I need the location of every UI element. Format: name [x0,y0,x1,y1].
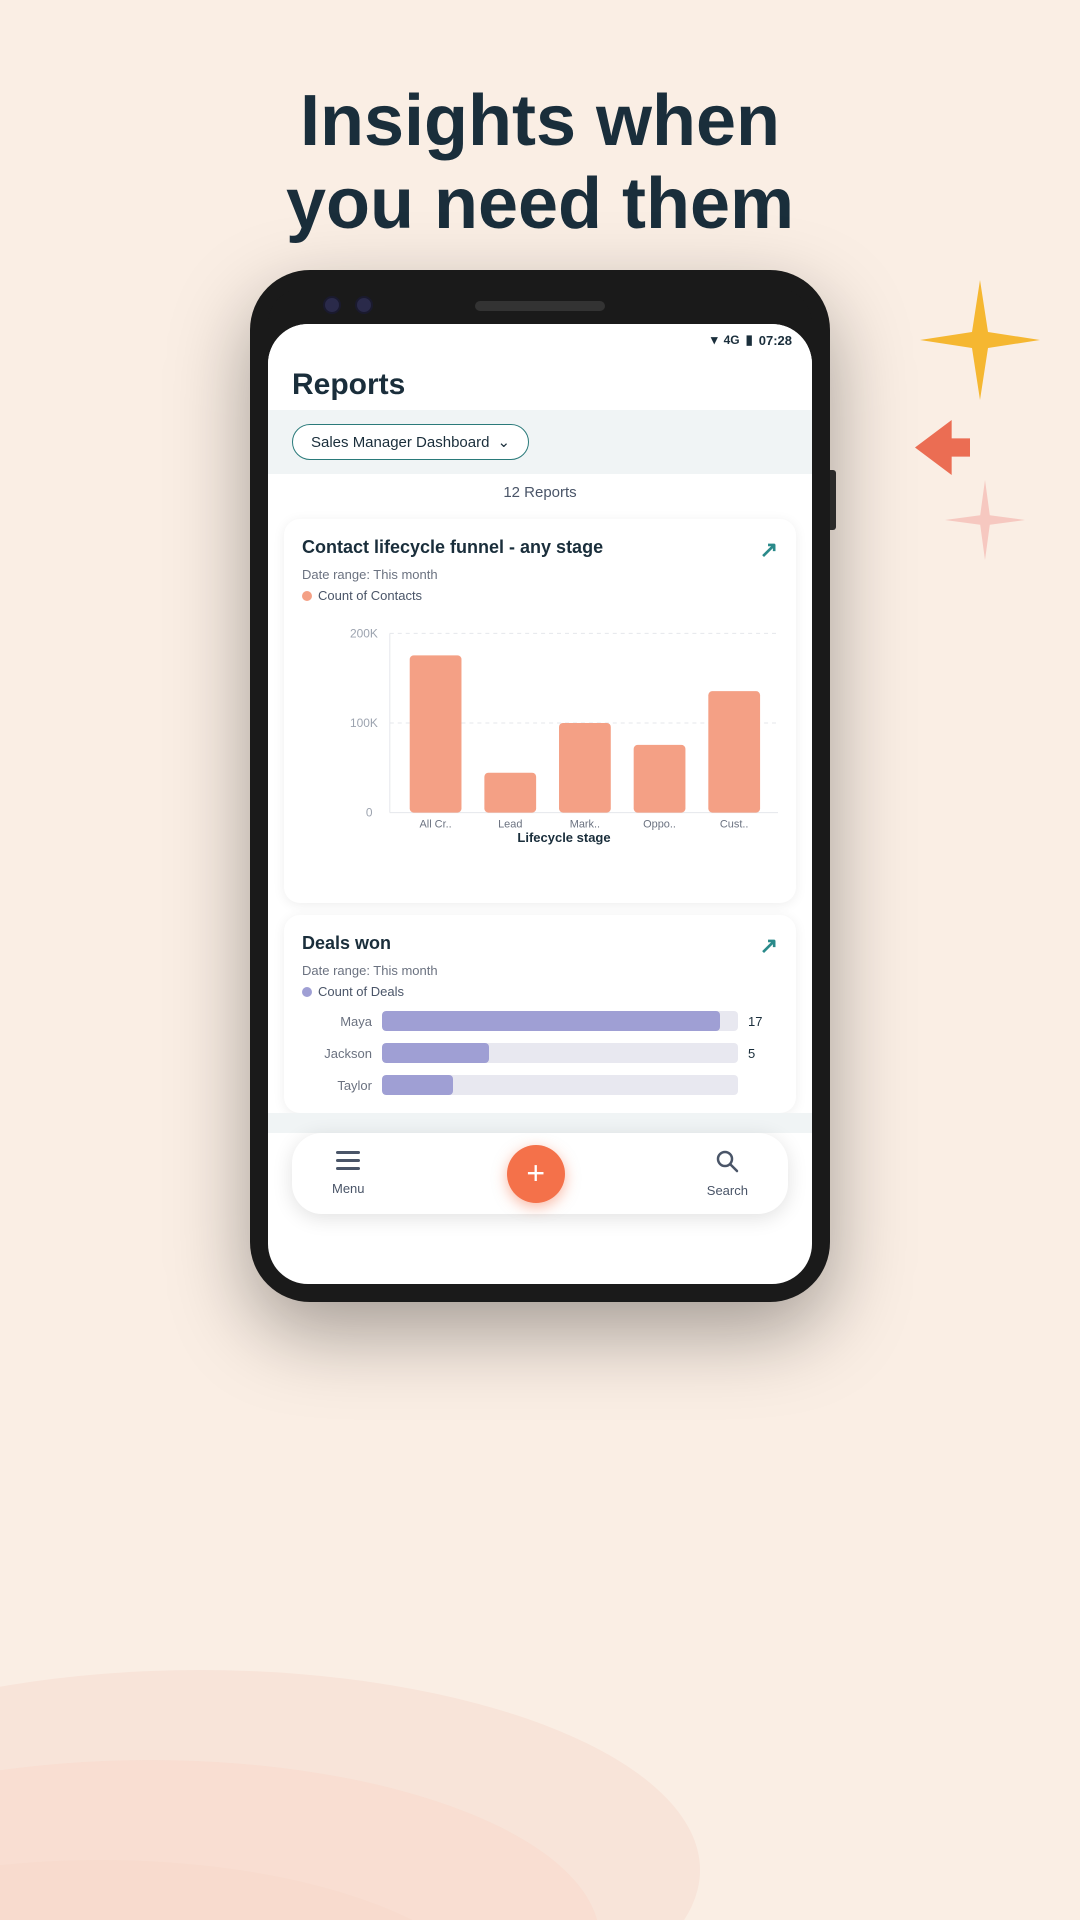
svg-text:Mark..: Mark.. [570,819,600,831]
expand-icon[interactable]: ↗ [760,537,778,563]
hbar-track-maya [382,1011,738,1031]
deals-date-range: Date range: This month [302,963,778,978]
wave-decoration [0,1320,700,1920]
deals-won-card: Deals won ↗ Date range: This month Count… [284,915,796,1113]
dashboard-label: Sales Manager Dashboard [311,434,489,451]
deals-title: Deals won [302,933,391,954]
report-date-range: Date range: This month [302,567,778,582]
chevron-down-icon: ⌄ [497,433,510,451]
svg-text:Lead: Lead [498,819,522,831]
dashboard-bar: Sales Manager Dashboard ⌄ [268,410,812,474]
hbar-track-jackson [382,1043,738,1063]
reports-count: 12 Reports [268,474,812,511]
bar-chart-container: 200K 100K 0 [302,613,778,885]
battery-icon: ▮ [746,332,753,348]
hbar-fill-jackson [382,1043,489,1063]
legend-label: Count of Contacts [318,588,422,603]
phone-mockup: ▾ 4G ▮ 07:28 Reports Sales Manager Dashb… [250,270,830,1302]
search-icon [715,1149,739,1179]
search-nav-item[interactable]: Search [687,1143,768,1204]
hbar-label-taylor: Taylor [302,1078,372,1093]
menu-label: Menu [332,1181,365,1196]
phone-camera-left [323,296,341,314]
phone-screen: ▾ 4G ▮ 07:28 Reports Sales Manager Dashb… [268,324,812,1284]
svg-text:100K: 100K [350,716,378,730]
status-icons: ▾ 4G ▮ 07:28 [711,332,792,348]
deals-legend: Count of Deals [302,984,778,999]
hbar-track-taylor [382,1075,738,1095]
app-title: Reports [292,368,788,402]
menu-nav-item[interactable]: Menu [312,1145,385,1202]
hbar-fill-maya [382,1011,720,1031]
phone-outer-shell: ▾ 4G ▮ 07:28 Reports Sales Manager Dashb… [250,270,830,1302]
hbar-row-taylor: Taylor [302,1075,778,1095]
svg-text:0: 0 [366,806,373,820]
hbar-fill-taylor [382,1075,453,1095]
app-header: Reports [268,352,812,410]
page-headline: Insights when you need them [0,0,1080,286]
hbar-value-maya: 17 [748,1014,778,1029]
card-header: Contact lifecycle funnel - any stage ↗ [302,537,778,563]
hbar-row-maya: Maya 17 [302,1011,778,1031]
phone-speaker [475,301,605,311]
bar-chart-svg: 200K 100K 0 [350,613,778,833]
phone-notch [268,288,812,324]
phone-camera-right [355,296,373,314]
arrow-red-decoration [915,420,970,475]
search-label: Search [707,1183,748,1198]
hbar-label-maya: Maya [302,1014,372,1029]
add-fab-button[interactable]: + [507,1145,565,1203]
data-icon: 4G [724,333,740,347]
add-icon: + [526,1155,545,1192]
phone-cameras [323,296,373,314]
lifecycle-funnel-card: Contact lifecycle funnel - any stage ↗ D… [284,519,796,903]
chart-legend: Count of Contacts [302,588,778,603]
headline-text: Insights when you need them [0,80,1080,246]
dashboard-selector[interactable]: Sales Manager Dashboard ⌄ [292,424,529,460]
signal-icon: ▾ [711,332,718,348]
bottom-navigation: Menu + Search [292,1133,788,1214]
hbar-row-jackson: Jackson 5 [302,1043,778,1063]
sparkle-pink-decoration [945,480,1025,560]
deals-card-header: Deals won ↗ [302,933,778,959]
deals-legend-label: Count of Deals [318,984,404,999]
phone-side-button [830,470,836,530]
hbar-value-jackson: 5 [748,1046,778,1061]
svg-text:All Cr..: All Cr.. [419,819,451,831]
menu-icon [336,1151,360,1177]
sparkle-gold-decoration [920,280,1040,400]
deals-expand-icon[interactable]: ↗ [760,933,778,959]
svg-text:200K: 200K [350,626,378,640]
hbar-label-jackson: Jackson [302,1046,372,1061]
time-display: 07:28 [759,333,792,348]
deals-legend-dot [302,987,312,997]
svg-text:Cust..: Cust.. [720,819,749,831]
status-bar: ▾ 4G ▮ 07:28 [268,324,812,352]
svg-text:Oppo..: Oppo.. [643,819,676,831]
card-title: Contact lifecycle funnel - any stage [302,537,760,558]
legend-dot [302,591,312,601]
